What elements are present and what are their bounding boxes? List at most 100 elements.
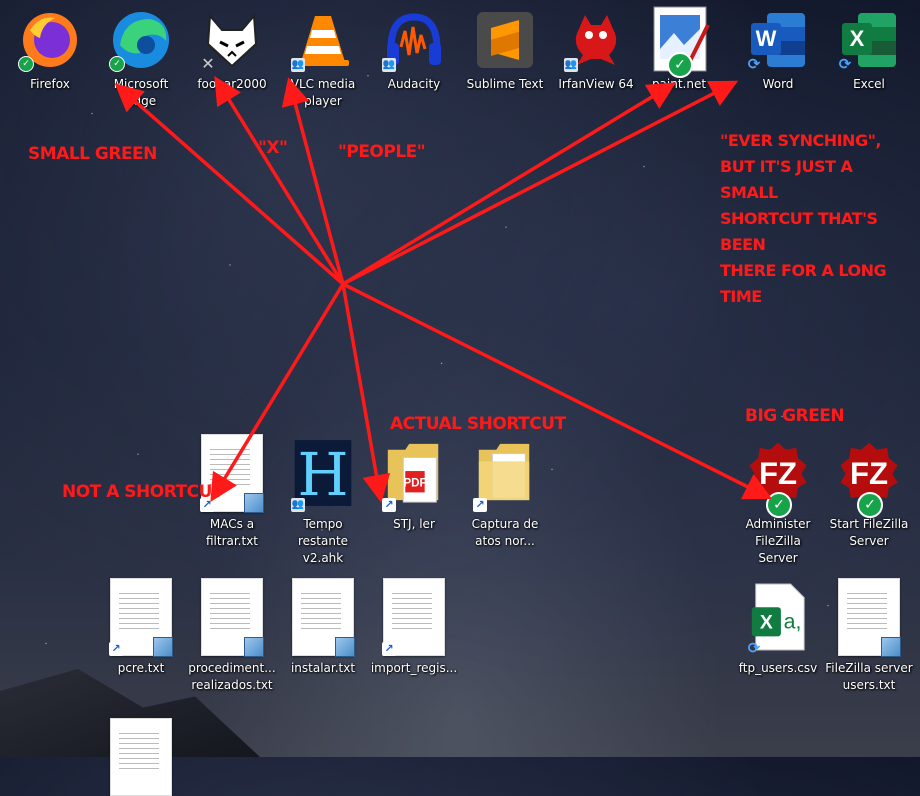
desktop-icon-excel[interactable]: X ⟳ Excel (825, 8, 913, 93)
icon-label: MACs a filtrar.txt (205, 517, 259, 548)
people-overlay-icon: 👥 (564, 58, 578, 72)
annotation-small-green: SMALL GREEN (28, 144, 157, 164)
x-overlay-icon: ✕ (201, 54, 215, 73)
icon-label: Captura de atos nor... (471, 517, 539, 548)
desktop-icon-tempo-restante[interactable]: H 👥 Tempo restante v2.ahk (279, 434, 367, 567)
desktop-icon-ftp-users-csv[interactable]: Xa, ⟳ ftp_users.csv (734, 578, 822, 677)
word-icon: W ⟳ (746, 8, 810, 72)
autohotkey-h-icon: H 👥 (291, 434, 355, 512)
people-overlay-icon: 👥 (291, 58, 305, 72)
annotation-ever-synching-line-3: SHORTCUT THAT'S BEEN (720, 209, 878, 254)
firefox-icon: ✓ (18, 8, 82, 72)
desktop-icon-paint-net[interactable]: ✓ paint.net (635, 6, 723, 93)
desktop-icon-instalar[interactable]: instalar.txt (279, 578, 367, 677)
desktop-icon-sublime-text[interactable]: Sublime Text (461, 8, 549, 93)
desktop-icon-foobar2000[interactable]: ✕ foobar2000 (188, 8, 276, 93)
shortcut-arrow-overlay-icon: ↗ (109, 642, 123, 656)
filezilla-server-icon: FZ ✓ (746, 434, 810, 518)
desktop-icon-captura-de-atos[interactable]: ↗ Captura de atos nor... (461, 434, 549, 550)
icon-label: FileZilla server users.txt (825, 661, 913, 692)
text-document-icon (837, 578, 901, 657)
svg-text:X: X (850, 26, 865, 51)
excel-icon: X ⟳ (837, 8, 901, 72)
icon-label: Start FileZilla Server (829, 517, 909, 548)
icon-label: procediment... realizados.txt (188, 661, 276, 692)
annotation-not-a-shortcut: NOT A SHORTCUT (62, 482, 224, 502)
sync-overlay-icon: ⟳ (747, 639, 761, 657)
irfanview-cat-icon: 👥 (564, 8, 628, 72)
text-document-icon: ↗ (109, 578, 173, 657)
desktop-icon-irfanview[interactable]: 👥 IrfanView 64 (552, 8, 640, 93)
excel-csv-icon: Xa, ⟳ (746, 578, 810, 656)
annotation-ever-synching: "EVER SYNCHING", BUT IT'S JUST A SMALL S… (720, 128, 915, 310)
annotation-x: "X" (258, 138, 288, 158)
icon-label: instalar.txt (290, 661, 356, 675)
sync-overlay-icon: ⟳ (747, 55, 761, 73)
desktop-icon-vlc[interactable]: 👥 VLC media player (279, 8, 367, 110)
desktop-icon-administer-filezilla[interactable]: FZ ✓ Administer FileZilla Server (734, 434, 822, 567)
icon-label: STJ, ler (393, 517, 435, 531)
shortcut-arrow-overlay-icon: ↗ (473, 498, 487, 512)
foobar2000-icon: ✕ (200, 8, 264, 72)
svg-text:PDF: PDF (403, 477, 426, 490)
icon-label: foobar2000 (197, 77, 267, 91)
icon-label: import_regis... (370, 661, 458, 675)
icon-label: Audacity (387, 77, 441, 91)
desktop-icon-procedimentos[interactable]: procediment... realizados.txt (188, 578, 276, 694)
annotation-ever-synching-line-1: "EVER SYNCHING", (720, 131, 882, 150)
desktop-icon-pcre[interactable]: ↗ pcre.txt (97, 578, 185, 677)
icon-label: Microsoft Edge (113, 77, 169, 108)
notepad-icon (153, 637, 173, 657)
big-green-check-overlay-icon: ✓ (766, 492, 792, 518)
big-green-check-overlay-icon: ✓ (667, 52, 693, 78)
folder-pdf-icon: PDF ↗ (382, 434, 446, 512)
annotation-ever-synching-line-4: THERE FOR A LONG TIME (720, 261, 887, 306)
notepad-icon (881, 637, 901, 657)
vlc-cone-icon: 👥 (291, 8, 355, 72)
icon-label: Tempo restante v2.ahk (297, 517, 349, 565)
desktop-icon-stj-ler[interactable]: PDF ↗ STJ, ler (370, 434, 458, 533)
annotation-big-green: BIG GREEN (745, 406, 845, 426)
text-document-icon (291, 578, 355, 657)
notepad-icon (244, 493, 264, 513)
edge-icon: ✓ (109, 8, 173, 72)
svg-text:FZ: FZ (759, 456, 797, 491)
notepad-icon (335, 637, 355, 657)
desktop-icon-import-regis[interactable]: ↗ import_regis... (370, 578, 458, 677)
text-document-icon (109, 718, 173, 796)
desktop-icon-word[interactable]: W ⟳ Word (734, 8, 822, 93)
svg-text:a,: a, (784, 610, 802, 634)
desktop-icon-partial-document[interactable] (97, 718, 185, 796)
icon-label: VLC media player (290, 77, 356, 108)
icon-label: Word (762, 77, 794, 91)
icon-label: ftp_users.csv (738, 661, 818, 675)
sync-overlay-icon: ⟳ (838, 55, 852, 73)
desktop-icon-audacity[interactable]: 👥 Audacity (370, 8, 458, 93)
icon-label: IrfanView 64 (558, 77, 634, 91)
svg-text:H: H (297, 441, 348, 509)
desktop-icon-firefox[interactable]: ✓ Firefox (6, 8, 94, 93)
small-green-check-overlay-icon: ✓ (109, 56, 125, 72)
icon-label: pcre.txt (117, 661, 165, 675)
folder-icon: ↗ (473, 434, 537, 512)
desktop-icon-filezilla-users-txt[interactable]: FileZilla server users.txt (825, 578, 913, 694)
svg-text:W: W (756, 26, 777, 51)
small-green-check-overlay-icon: ✓ (18, 56, 34, 72)
icon-label: paint.net (651, 77, 707, 91)
text-document-icon: ↗ (382, 578, 446, 656)
icon-label: Excel (853, 77, 885, 91)
shortcut-arrow-overlay-icon: ↗ (382, 498, 396, 512)
desktop-icon-edge[interactable]: ✓ Microsoft Edge (97, 8, 185, 110)
annotation-people: "PEOPLE" (338, 142, 426, 162)
annotation-ever-synching-line-2: BUT IT'S JUST A SMALL (720, 157, 853, 202)
sublime-text-icon (473, 8, 537, 72)
svg-text:FZ: FZ (850, 456, 888, 491)
audacity-icon: 👥 (382, 8, 446, 72)
people-overlay-icon: 👥 (382, 58, 396, 72)
text-document-icon (200, 578, 264, 657)
icon-label: Firefox (30, 77, 70, 91)
icon-label: Administer FileZilla Server (745, 517, 811, 565)
shortcut-arrow-overlay-icon: ↗ (382, 642, 396, 656)
notepad-icon (244, 637, 264, 657)
desktop-icon-start-filezilla[interactable]: FZ ✓ Start FileZilla Server (825, 434, 913, 550)
